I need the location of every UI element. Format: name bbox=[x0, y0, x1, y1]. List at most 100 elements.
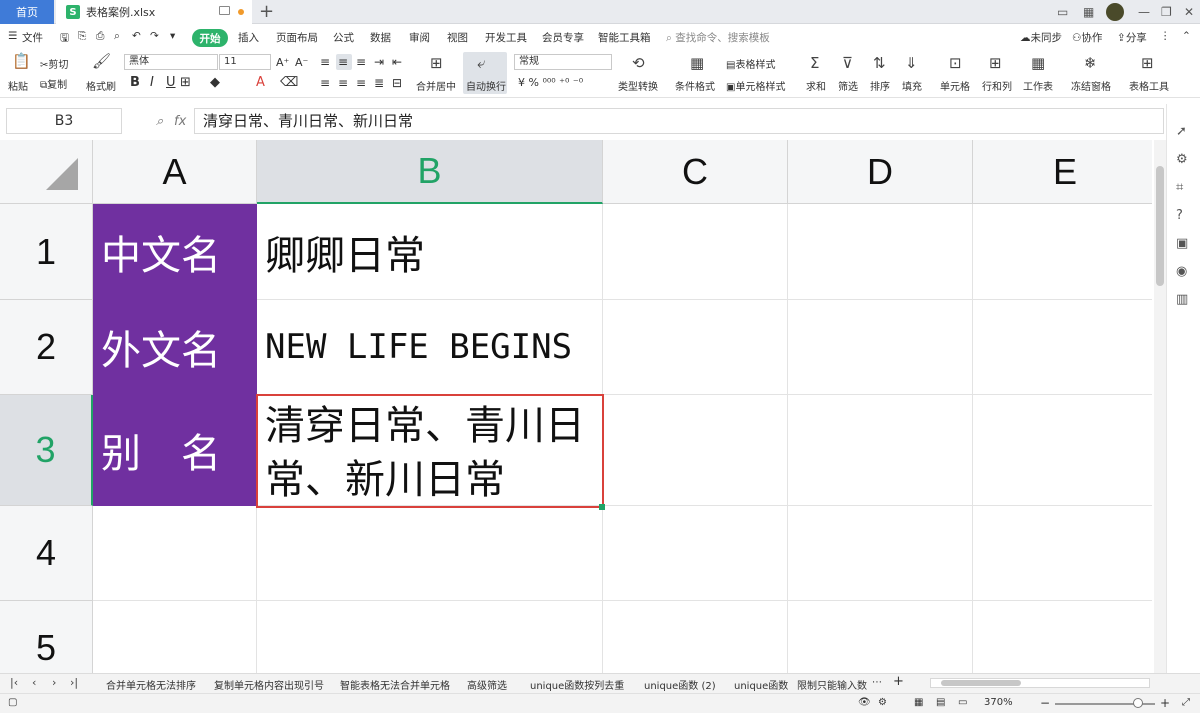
row-header-1[interactable]: 1 bbox=[0, 204, 93, 300]
share-button[interactable]: ⇪分享 bbox=[1117, 30, 1147, 45]
minimize-icon[interactable]: — bbox=[1138, 0, 1150, 24]
align-left-icon[interactable]: ≡ bbox=[320, 76, 330, 90]
menu-view[interactable]: 视图 bbox=[447, 30, 468, 45]
align-top-icon[interactable]: ≡ bbox=[320, 55, 330, 69]
cell-c5[interactable] bbox=[603, 601, 788, 673]
convert-icon[interactable]: ⟲ bbox=[632, 54, 645, 72]
freeze-panes-button[interactable]: 冻结窗格 bbox=[1071, 78, 1111, 93]
row-header-3[interactable]: 3 bbox=[0, 395, 93, 506]
collapse-ribbon-icon[interactable]: ⌃ bbox=[1182, 30, 1191, 42]
cell-d3[interactable] bbox=[788, 395, 973, 506]
cell-a2[interactable]: 外文名 bbox=[93, 300, 257, 395]
menu-page-layout[interactable]: 页面布局 bbox=[276, 30, 318, 45]
worksheet-button[interactable]: 工作表 bbox=[1023, 78, 1053, 93]
cut-button[interactable]: ✂剪切 bbox=[40, 56, 68, 71]
menu-developer[interactable]: 开发工具 bbox=[485, 30, 527, 45]
undo-icon[interactable]: ↶ bbox=[132, 30, 141, 42]
row-col-icon[interactable]: ⊞ bbox=[989, 54, 1002, 72]
menu-file[interactable]: 文件 bbox=[22, 30, 43, 45]
new-tab-button[interactable]: + bbox=[259, 1, 274, 23]
sheet-tab[interactable]: 高级筛选 bbox=[467, 677, 507, 692]
column-header-c[interactable]: C bbox=[603, 140, 788, 204]
formula-input[interactable]: 清穿日常、青川日常、新川日常 bbox=[194, 108, 1164, 134]
worksheet-icon[interactable]: ▦ bbox=[1031, 54, 1045, 72]
bold-icon[interactable]: B bbox=[130, 75, 140, 90]
merge-center-button[interactable]: 合并居中 bbox=[416, 78, 456, 93]
cell-d1[interactable] bbox=[788, 204, 973, 300]
cell-b5[interactable] bbox=[257, 601, 603, 673]
number-tools-icon[interactable]: ¥ % ⁰⁰⁰ ⁺⁰ ⁻⁰ bbox=[518, 76, 583, 89]
cell-a3[interactable]: 别 名 bbox=[93, 395, 257, 506]
cell-c2[interactable] bbox=[603, 300, 788, 395]
sheet-tab[interactable]: 智能表格无法合并单元格 bbox=[340, 677, 450, 692]
horizontal-scrollbar-thumb[interactable] bbox=[941, 680, 1021, 686]
next-sheet-icon[interactable]: › bbox=[52, 676, 56, 689]
cell-e4[interactable] bbox=[973, 506, 1152, 601]
column-header-d[interactable]: D bbox=[788, 140, 973, 204]
crop-icon[interactable]: ⌗ bbox=[1176, 180, 1183, 195]
fx-icon[interactable]: fx bbox=[174, 114, 186, 129]
filter-icon[interactable]: ⊽ bbox=[842, 54, 853, 72]
cell-d2[interactable] bbox=[788, 300, 973, 395]
fill-icon[interactable]: ⇓ bbox=[905, 54, 918, 72]
menu-data[interactable]: 数据 bbox=[370, 30, 391, 45]
cell-a5[interactable] bbox=[93, 601, 257, 673]
name-box[interactable]: B3 bbox=[6, 108, 122, 134]
cell-b1[interactable]: 卿卿日常 bbox=[257, 204, 603, 300]
cell-e1[interactable] bbox=[973, 204, 1152, 300]
page-layout-view-icon[interactable]: ▭ bbox=[958, 697, 967, 708]
number-format-select[interactable]: 常规 bbox=[514, 54, 612, 70]
save-icon[interactable]: 🖫 bbox=[60, 30, 69, 48]
align-bottom-icon[interactable]: ≡ bbox=[356, 55, 366, 69]
row-header-2[interactable]: 2 bbox=[0, 300, 93, 395]
page-break-view-icon[interactable]: ▤ bbox=[936, 697, 945, 708]
more-sheets-icon[interactable]: ⋯ bbox=[872, 677, 882, 688]
sum-button[interactable]: 求和 bbox=[806, 78, 826, 93]
increase-font-icon[interactable]: A⁺ bbox=[276, 56, 289, 69]
fill-handle[interactable] bbox=[599, 504, 605, 510]
menu-insert[interactable]: 插入 bbox=[238, 30, 259, 45]
sliders-icon[interactable]: ⚙ bbox=[1176, 152, 1188, 167]
menu-formula[interactable]: 公式 bbox=[333, 30, 354, 45]
wrap-icon[interactable]: ⤶ bbox=[477, 54, 485, 72]
distribute-icon[interactable]: ⊟ bbox=[392, 76, 402, 90]
underline-icon[interactable]: U bbox=[166, 75, 176, 90]
restore-icon[interactable]: ❐ bbox=[1161, 0, 1172, 24]
home-tab[interactable]: 首页 bbox=[0, 0, 54, 24]
horizontal-scrollbar[interactable] bbox=[930, 678, 1150, 688]
row-header-4[interactable]: 4 bbox=[0, 506, 93, 601]
format-painter-button[interactable]: 格式刷 bbox=[86, 78, 116, 93]
quick-access-dropdown-icon[interactable]: ▾ bbox=[170, 30, 175, 42]
print-icon[interactable]: ⎙ bbox=[96, 30, 104, 43]
cursor-icon[interactable]: ➚ bbox=[1176, 124, 1187, 139]
cell-a1[interactable]: 中文名 bbox=[93, 204, 257, 300]
font-color-icon[interactable]: A bbox=[256, 75, 265, 90]
menu-review[interactable]: 审阅 bbox=[409, 30, 430, 45]
zoom-level[interactable]: 370% bbox=[984, 697, 1013, 708]
type-convert-button[interactable]: 类型转换 bbox=[618, 78, 658, 93]
first-sheet-icon[interactable]: |‹ bbox=[10, 676, 18, 689]
sheet-tab[interactable]: 复制单元格内容出现引号 bbox=[214, 677, 324, 692]
cell-button[interactable]: 单元格 bbox=[940, 78, 970, 93]
align-middle-icon[interactable]: ≡ bbox=[338, 55, 348, 69]
align-right-icon[interactable]: ≡ bbox=[356, 76, 366, 90]
cell-e3[interactable] bbox=[973, 395, 1152, 506]
cell-d4[interactable] bbox=[788, 506, 973, 601]
cell-b3[interactable]: 清穿日常、青川日常、新川日常 bbox=[257, 395, 603, 506]
command-search[interactable]: ⌕ 查找命令、搜索模板 bbox=[666, 30, 770, 45]
layout-icon[interactable]: ▭ bbox=[1057, 0, 1068, 24]
image-icon[interactable]: ▣ bbox=[1176, 236, 1188, 251]
conditional-format-button[interactable]: 条件格式 bbox=[675, 78, 715, 93]
cell-d5[interactable] bbox=[788, 601, 973, 673]
table-style-button[interactable]: ▤表格样式 bbox=[726, 56, 775, 71]
sheet-tab[interactable]: 合并单元格无法排序 bbox=[106, 677, 196, 692]
row-header-5[interactable]: 5 bbox=[0, 601, 93, 673]
cell-icon[interactable]: ⊡ bbox=[949, 54, 962, 72]
conditional-format-icon[interactable]: ▦ bbox=[690, 54, 704, 72]
add-sheet-icon[interactable]: + bbox=[893, 674, 904, 689]
brush-icon[interactable]: 🖌 bbox=[92, 52, 111, 70]
merge-icon[interactable]: ⊞ bbox=[430, 54, 443, 72]
sheet-tab[interactable]: 限制只能输入数 bbox=[797, 677, 867, 692]
preview-icon[interactable]: ⌕ bbox=[114, 30, 120, 43]
vertical-scrollbar[interactable] bbox=[1154, 140, 1166, 673]
